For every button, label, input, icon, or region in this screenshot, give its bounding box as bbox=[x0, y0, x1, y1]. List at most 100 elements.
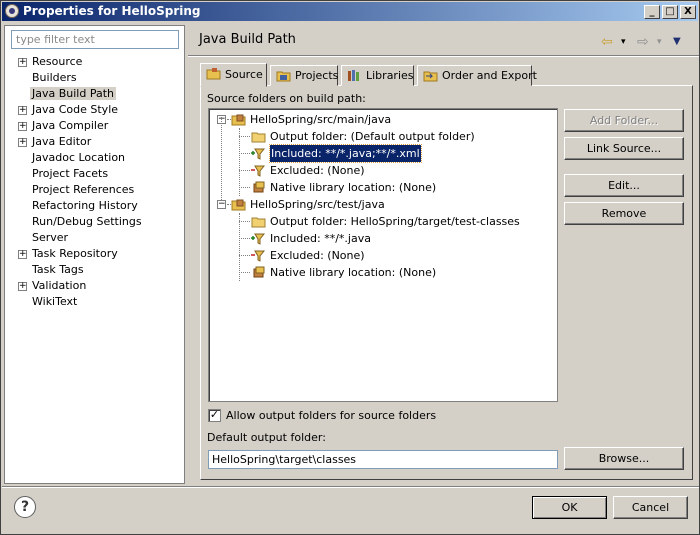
nav-item-label: Task Repository bbox=[32, 247, 118, 260]
nav-item-label: Java Editor bbox=[32, 135, 92, 148]
minimize-button[interactable]: _ bbox=[644, 5, 660, 19]
tree-node-label: Included: **/*.java bbox=[270, 232, 371, 245]
allow-output-folders-label[interactable]: Allow output folders for source folders bbox=[226, 409, 436, 422]
nav-item-label: Java Build Path bbox=[30, 87, 117, 100]
browse-button[interactable]: Browse... bbox=[564, 447, 684, 470]
default-output-folder-field[interactable]: HelloSpring\target\classes bbox=[208, 450, 558, 469]
nav-item[interactable]: Server bbox=[5, 230, 185, 246]
tree-node-label: Native library location: (None) bbox=[270, 266, 437, 279]
tab-projects[interactable]: Projects bbox=[270, 65, 338, 86]
nav-item[interactable]: + Resource bbox=[5, 54, 185, 70]
tab-label: Libraries bbox=[366, 69, 414, 82]
link-source-button[interactable]: Link Source... bbox=[564, 137, 684, 160]
nav-item[interactable]: Project Facets bbox=[5, 166, 185, 182]
tab-libraries[interactable]: Libraries bbox=[341, 65, 414, 86]
edit-button[interactable]: Edit... bbox=[564, 174, 684, 197]
close-button[interactable]: X bbox=[680, 5, 696, 19]
window-title: Properties for HelloSpring bbox=[23, 4, 201, 18]
expand-icon[interactable]: + bbox=[18, 282, 27, 291]
filter-input[interactable]: type filter text bbox=[11, 30, 179, 49]
tree-node-label: Output folder: HelloSpring/target/test-c… bbox=[270, 215, 520, 228]
property-page-list: type filter text + Resource Builders Java B… bbox=[4, 25, 185, 484]
expand-icon[interactable]: + bbox=[18, 122, 27, 131]
source-attribute-node[interactable]: Output folder: HelloSpring/target/test-c… bbox=[209, 213, 557, 230]
tree-connector bbox=[239, 255, 250, 256]
nav-item[interactable]: + Java Editor bbox=[5, 134, 185, 150]
back-menu-icon[interactable]: ▾ bbox=[621, 37, 626, 47]
tree-connector bbox=[239, 238, 250, 239]
source-folders-tree[interactable]: − HelloSpring/src/main/java Output folder:… bbox=[208, 108, 558, 402]
nav-item[interactable]: WikiText bbox=[5, 294, 185, 310]
nav-item[interactable]: + Task Repository bbox=[5, 246, 185, 262]
nav-item-label: Resource bbox=[32, 55, 83, 68]
nav-item[interactable]: + Java Code Style bbox=[5, 102, 185, 118]
nav-item[interactable]: Task Tags bbox=[5, 262, 185, 278]
source-attribute-node[interactable]: Output folder: (Default output folder) bbox=[209, 128, 557, 145]
nav-item-label: Refactoring History bbox=[32, 199, 138, 212]
source-attribute-node[interactable]: Included: **/*.java;**/*.xml bbox=[209, 144, 557, 163]
source-folder-node[interactable]: − HelloSpring/src/test/java bbox=[209, 196, 557, 213]
folder-icon bbox=[251, 130, 266, 143]
nav-item[interactable]: Project References bbox=[5, 182, 185, 198]
header-separator bbox=[188, 55, 699, 57]
maximize-button[interactable]: □ bbox=[662, 5, 678, 19]
source-attribute-node[interactable]: Excluded: (None) bbox=[209, 162, 557, 179]
source-attribute-node[interactable]: Included: **/*.java bbox=[209, 230, 557, 247]
package-folder-icon bbox=[231, 198, 246, 211]
add-folder-button[interactable]: Add Folder... bbox=[564, 109, 684, 132]
source-attribute-node[interactable]: Native library location: (None) bbox=[209, 179, 557, 196]
inclusion-filter-icon bbox=[251, 232, 266, 245]
expand-icon[interactable]: + bbox=[18, 138, 27, 147]
tree-connector bbox=[239, 272, 250, 273]
tab-label: Order and Export bbox=[442, 69, 537, 82]
cancel-button[interactable]: Cancel bbox=[613, 496, 688, 519]
tree-connector bbox=[239, 153, 250, 154]
title-bar: Properties for HelloSpring _ □ X bbox=[2, 2, 698, 21]
tree-node-label: Excluded: (None) bbox=[270, 249, 365, 262]
nav-item-label: Project References bbox=[32, 183, 135, 196]
back-arrow-icon[interactable]: ⇦ bbox=[601, 34, 613, 50]
nav-item[interactable]: + Validation bbox=[5, 278, 185, 294]
tree-node-label: Included: **/*.java;**/*.xml bbox=[269, 144, 422, 163]
source-folder-node[interactable]: − HelloSpring/src/main/java bbox=[209, 111, 557, 128]
source-folder-icon bbox=[206, 67, 221, 80]
expand-icon[interactable]: + bbox=[18, 250, 27, 259]
tree-node-label: HelloSpring/src/test/java bbox=[250, 198, 385, 211]
expand-icon[interactable]: + bbox=[18, 106, 27, 115]
tree-connector bbox=[239, 221, 250, 222]
expand-icon[interactable]: + bbox=[18, 58, 27, 67]
source-attribute-node[interactable]: Native library location: (None) bbox=[209, 264, 557, 281]
source-attribute-node[interactable]: Excluded: (None) bbox=[209, 247, 557, 264]
ok-button[interactable]: OK bbox=[532, 496, 607, 519]
nav-item[interactable]: Builders bbox=[5, 70, 185, 86]
exclusion-filter-icon bbox=[251, 249, 266, 262]
nav-item-label: Java Code Style bbox=[32, 103, 119, 116]
tab-order-and-export[interactable]: Order and Export bbox=[417, 65, 537, 86]
page-title: Java Build Path bbox=[199, 32, 296, 47]
nav-item-label: Server bbox=[32, 231, 69, 244]
folder-icon bbox=[251, 215, 266, 228]
nav-item-label: Builders bbox=[32, 71, 77, 84]
tab-source[interactable]: Source bbox=[200, 63, 267, 87]
nav-item[interactable]: Java Build Path bbox=[5, 86, 185, 102]
collapse-icon[interactable]: − bbox=[217, 200, 226, 209]
nav-item[interactable]: + Java Compiler bbox=[5, 118, 185, 134]
help-icon[interactable]: ? bbox=[14, 496, 36, 518]
nav-item[interactable]: Refactoring History bbox=[5, 198, 185, 214]
package-folder-icon bbox=[231, 113, 246, 126]
libraries-icon bbox=[347, 69, 362, 82]
source-folders-label: Source folders on build path: bbox=[207, 92, 366, 105]
view-menu-icon[interactable]: ▼ bbox=[673, 36, 681, 47]
nav-item[interactable]: Run/Debug Settings bbox=[5, 214, 185, 230]
eclipse-app-icon bbox=[5, 4, 19, 18]
nav-item[interactable]: Javadoc Location bbox=[5, 150, 185, 166]
tree-connector bbox=[239, 187, 250, 188]
forward-menu-icon[interactable]: ▾ bbox=[657, 37, 662, 47]
remove-button[interactable]: Remove bbox=[564, 202, 684, 225]
native-library-icon bbox=[251, 266, 266, 279]
tree-node-label: Output folder: (Default output folder) bbox=[270, 130, 475, 143]
tree-connector bbox=[221, 115, 222, 200]
forward-arrow-icon[interactable]: ⇨ bbox=[637, 34, 649, 50]
allow-output-folders-checkbox[interactable]: ✓ bbox=[208, 409, 221, 422]
property-page-tree: + Resource Builders Java Build Path + Java Co… bbox=[5, 54, 185, 310]
